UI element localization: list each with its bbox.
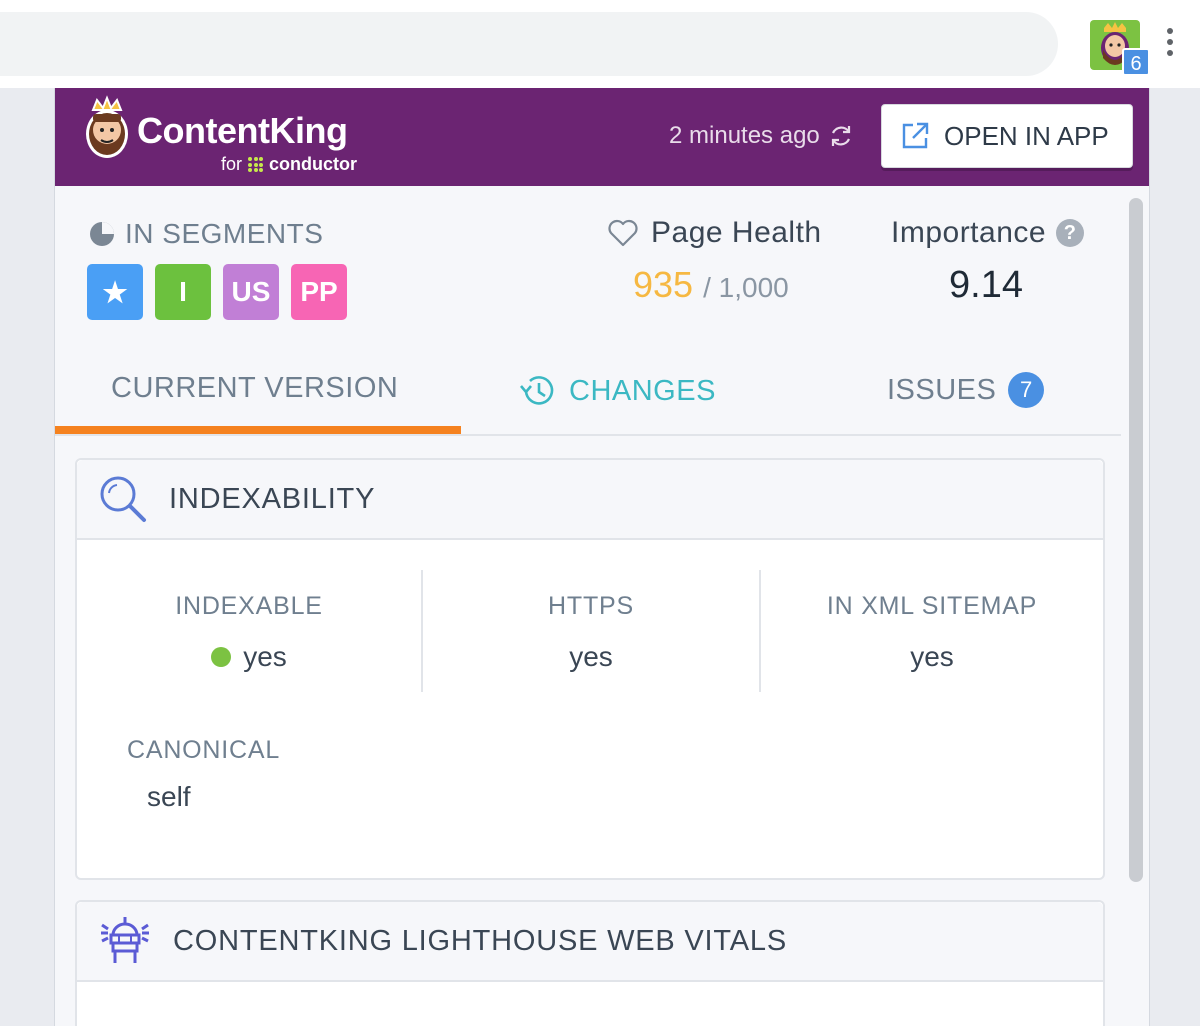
indexability-metrics: INDEXABLE yes HTTPS yes IN XML SITEMAP y… <box>77 570 1103 692</box>
https-label: HTTPS <box>548 592 634 620</box>
brand-name: ContentKing <box>137 110 348 151</box>
importance-value: 9.14 <box>949 264 1023 306</box>
tab-issues-label: ISSUES <box>887 373 997 406</box>
segment-badge-pp[interactable]: PP <box>291 264 347 320</box>
lighthouse-icon <box>101 917 149 963</box>
browser-menu-icon[interactable] <box>1158 28 1182 64</box>
brand-sub-name: conductor <box>269 154 358 174</box>
brand-sub-prefix: for <box>221 154 243 174</box>
help-icon[interactable]: ? <box>1056 219 1085 247</box>
canonical-value: self <box>147 781 191 812</box>
metric-xml-sitemap: IN XML SITEMAP yes <box>759 570 1103 692</box>
page-health-label: Page Health <box>651 216 822 249</box>
indexable-value: yes <box>243 641 287 672</box>
indexability-header[interactable]: INDEXABILITY <box>77 460 1103 540</box>
page-health: Page Health 935 / 1,000 <box>607 216 837 306</box>
metric-canonical: CANONICAL self <box>127 736 280 813</box>
scrollbar-thumb[interactable] <box>1129 198 1143 882</box>
segment-badges: ★ I US PP <box>87 264 347 320</box>
status-dot-icon <box>211 647 232 667</box>
popup-header: ContentKing for conductor 2 minutes ago … <box>55 88 1149 186</box>
metric-https: HTTPS yes <box>421 570 759 692</box>
tab-changes-label: CHANGES <box>569 374 716 407</box>
indexability-title: INDEXABILITY <box>169 482 376 515</box>
segments-title: IN SEGMENTS <box>89 218 323 250</box>
sitemap-value: yes <box>910 641 954 672</box>
tab-current-version[interactable]: CURRENT VERSION <box>111 372 398 405</box>
https-value: yes <box>569 641 613 672</box>
metric-indexable: INDEXABLE yes <box>77 570 421 692</box>
tab-bar: CURRENT VERSION CHANGES ISSUES 7 <box>55 350 1121 436</box>
canonical-label: CANONICAL <box>127 736 281 764</box>
tab-changes[interactable]: CHANGES <box>517 372 716 410</box>
contentking-logo-icon <box>83 94 131 162</box>
heart-icon <box>608 219 638 247</box>
page-health-value: 935 <box>633 264 694 305</box>
sitemap-label: IN XML SITEMAP <box>826 592 1038 620</box>
segments-title-text: IN SEGMENTS <box>125 218 324 249</box>
tab-current-version-label: CURRENT VERSION <box>111 372 399 404</box>
issues-count-badge: 7 <box>1008 372 1045 408</box>
last-updated: 2 minutes ago <box>669 122 854 150</box>
conductor-logo-icon <box>248 157 264 172</box>
last-updated-text: 2 minutes ago <box>669 122 820 149</box>
extension-popup: ContentKing for conductor 2 minutes ago … <box>54 88 1150 1026</box>
extension-count-badge: 6 <box>1122 48 1150 76</box>
browser-toolbar: 6 <box>0 0 1200 88</box>
brand-sub: for conductor <box>221 154 357 175</box>
importance-label: Importance <box>891 216 1047 249</box>
address-bar[interactable] <box>0 12 1058 76</box>
segment-badge-i[interactable]: I <box>155 264 211 320</box>
external-link-icon <box>902 122 929 149</box>
indexability-card: INDEXABILITY INDEXABLE yes HTTPS yes IN … <box>75 458 1105 880</box>
segment-badge-us[interactable]: US <box>223 264 279 320</box>
page-health-max: / 1,000 <box>703 272 789 303</box>
indexable-label: INDEXABLE <box>175 592 323 620</box>
search-icon <box>100 476 146 522</box>
lighthouse-header[interactable]: CONTENTKING LIGHTHOUSE WEB VITALS <box>77 902 1103 982</box>
pie-chart-icon <box>90 222 114 246</box>
tab-issues[interactable]: ISSUES 7 <box>887 372 1045 408</box>
lighthouse-card: CONTENTKING LIGHTHOUSE WEB VITALS <box>75 900 1105 1026</box>
history-icon <box>520 376 554 405</box>
lighthouse-title: CONTENTKING LIGHTHOUSE WEB VITALS <box>173 924 787 957</box>
page-health-score: 935 / 1,000 <box>633 264 837 306</box>
open-in-app-label: OPEN IN APP <box>944 120 1109 151</box>
refresh-icon[interactable] <box>828 123 854 149</box>
open-in-app-button[interactable]: OPEN IN APP <box>881 104 1133 168</box>
active-tab-indicator <box>55 426 461 434</box>
segment-badge-star[interactable]: ★ <box>87 264 143 320</box>
importance: Importance ? 9.14 <box>891 216 1111 307</box>
